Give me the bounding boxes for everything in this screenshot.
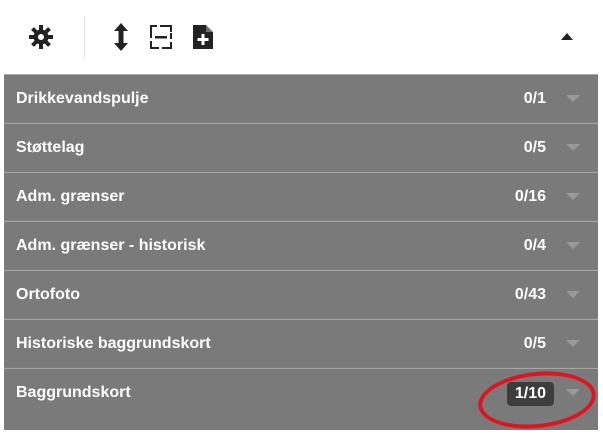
layer-name: Adm. grænser — [16, 188, 125, 205]
chevron-down-icon[interactable] — [566, 95, 580, 102]
layer-count: 0/4 — [523, 237, 546, 254]
layer-name: Drikkevandspulje — [16, 90, 149, 107]
layer-count: 0/5 — [523, 335, 546, 352]
layer-name: Ortofoto — [16, 286, 80, 303]
layer-count: 0/5 — [523, 139, 546, 156]
layer-count: 0/16 — [514, 188, 546, 205]
toolbar — [0, 0, 603, 74]
chevron-down-icon[interactable] — [566, 291, 580, 298]
chevron-up-icon[interactable] — [556, 22, 578, 52]
add-document-icon[interactable] — [190, 22, 216, 52]
layer-row-adm-graenser[interactable]: Adm. grænser 0/16 — [4, 172, 598, 220]
gear-icon[interactable] — [26, 22, 56, 52]
layer-row-ortofoto[interactable]: Ortofoto 0/43 — [4, 270, 598, 318]
layer-name: Støttelag — [16, 139, 85, 156]
layer-name: Historiske baggrundskort — [16, 335, 211, 352]
layer-count: 0/43 — [514, 286, 546, 303]
chevron-down-icon[interactable] — [566, 144, 580, 151]
toolbar-separator — [84, 16, 85, 58]
layer-row-historiske-baggrundskort[interactable]: Historiske baggrundskort 0/5 — [4, 319, 598, 367]
layer-name: Adm. grænser - historisk — [16, 237, 206, 254]
chevron-down-icon[interactable] — [566, 193, 580, 200]
chevron-down-icon[interactable] — [566, 340, 580, 347]
layer-row-adm-graenser-historisk[interactable]: Adm. grænser - historisk 0/4 — [4, 221, 598, 269]
collapse-frame-icon[interactable] — [148, 22, 174, 52]
layer-count: 0/1 — [523, 90, 546, 107]
layer-row-stottelag[interactable]: Støttelag 0/5 — [4, 123, 598, 171]
chevron-down-icon[interactable] — [566, 242, 580, 249]
layer-row-drikkevandspulje[interactable]: Drikkevandspulje 0/1 — [4, 74, 598, 122]
expand-vertical-icon[interactable] — [110, 22, 132, 52]
layer-name: Baggrundskort — [16, 384, 131, 401]
